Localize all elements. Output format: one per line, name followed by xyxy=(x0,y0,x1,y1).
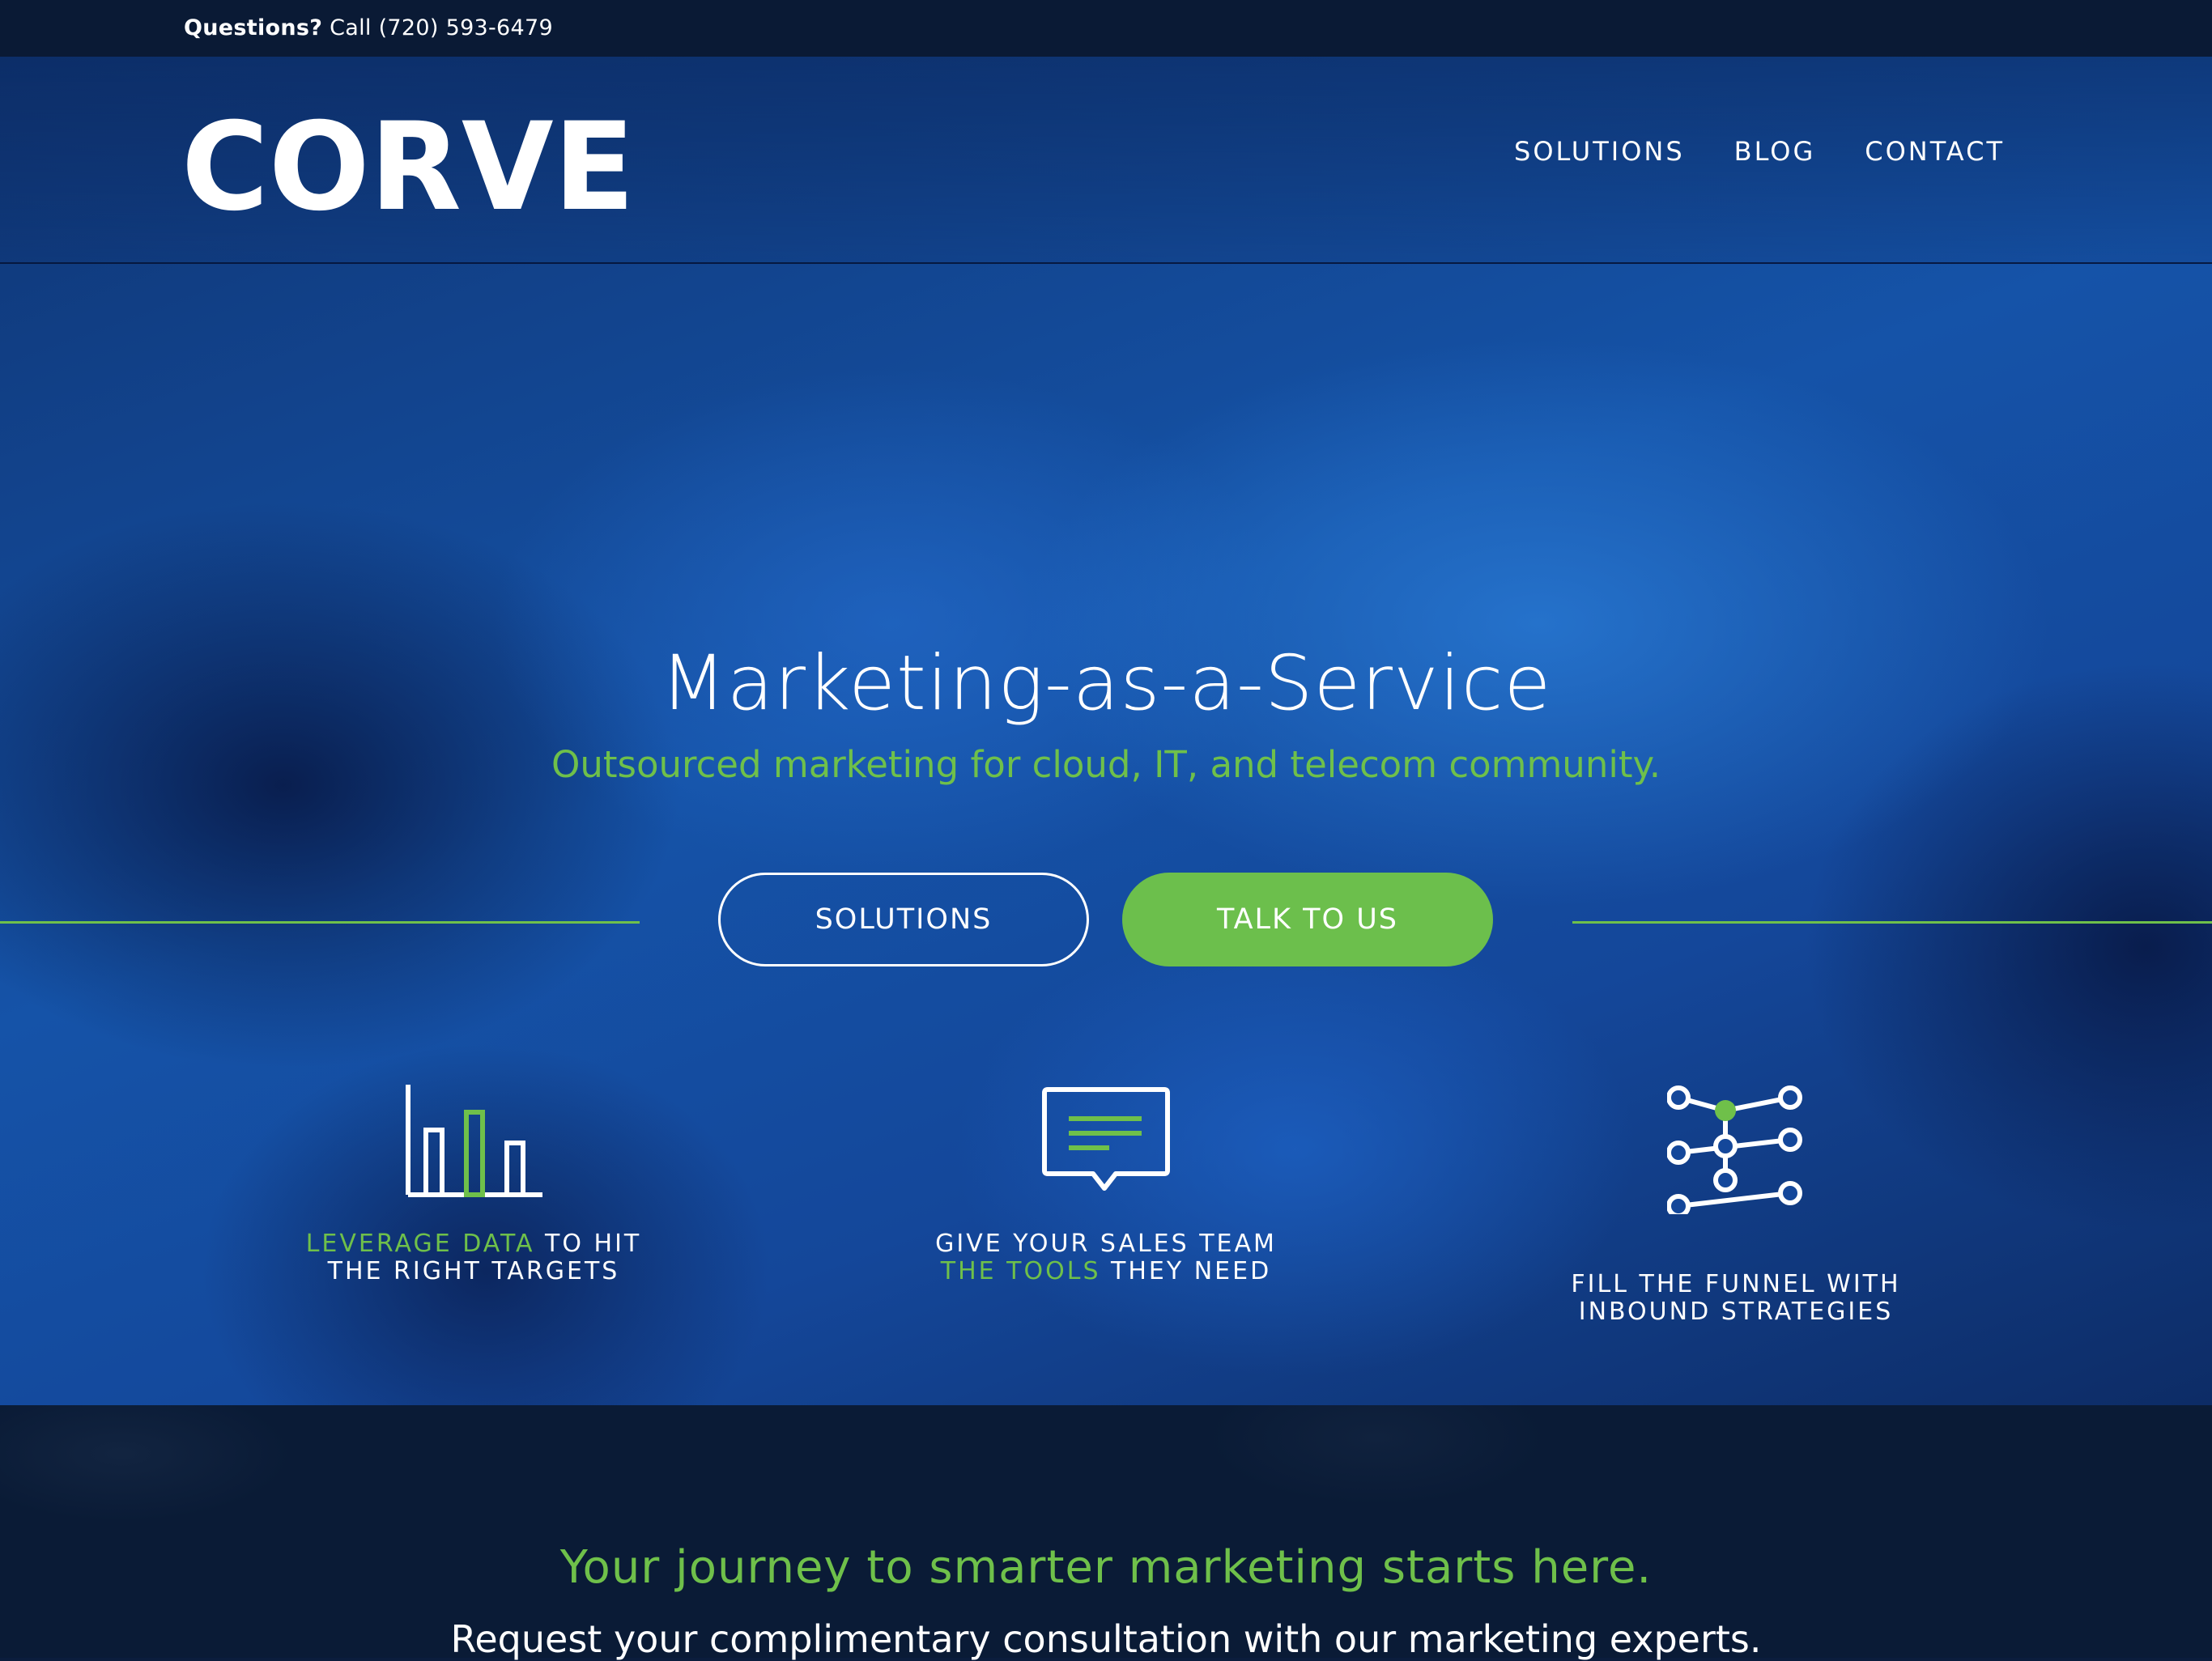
nav-contact[interactable]: CONTACT xyxy=(1865,136,2005,167)
network-nodes-icon xyxy=(1667,1085,1802,1214)
logo-text: CORVE xyxy=(181,105,635,227)
feature-2-line-2: THE TOOLS THEY NEED xyxy=(940,1257,1272,1285)
chat-bubble-icon xyxy=(1042,1087,1170,1191)
consultation-section: Your journey to smarter marketing starts… xyxy=(0,1405,2212,1661)
top-contact-bar: Questions? Call (720) 593-6479 xyxy=(0,0,2212,57)
feature-3-line-2: INBOUND STRATEGIES xyxy=(1578,1298,1894,1326)
consultation-subtitle: Request your complimentary consultation … xyxy=(450,1617,1762,1661)
bar-chart-icon xyxy=(406,1085,542,1197)
feature-3-line-1: FILL THE FUNNEL WITH xyxy=(1571,1270,1901,1298)
feature-sales-tools: GIVE YOUR SALES TEAM THE TOOLS THEY NEED xyxy=(895,1085,1317,1285)
corve-logo[interactable]: CORVE xyxy=(181,105,640,227)
hero-subheadline: Outsourced marketing for cloud, IT, and … xyxy=(551,743,1661,786)
feature-2-line-1: GIVE YOUR SALES TEAM xyxy=(935,1230,1277,1258)
feature-1-line-2: THE RIGHT TARGETS xyxy=(327,1257,620,1285)
feature-1-line-1: LEVERAGE DATA TO HIT xyxy=(305,1230,642,1258)
divider-right xyxy=(1572,921,2212,924)
solutions-button[interactable]: SOLUTIONS xyxy=(718,873,1089,966)
nav-solutions[interactable]: SOLUTIONS xyxy=(1514,136,1685,167)
hero-headline: Marketing-as-a-Service xyxy=(660,639,1552,728)
site-header: CORVE SOLUTIONS BLOG CONTACT xyxy=(0,57,2212,264)
talk-to-us-button[interactable]: TALK TO US xyxy=(1122,873,1493,966)
feature-inbound: FILL THE FUNNEL WITH INBOUND STRATEGIES xyxy=(1525,1085,1946,1326)
phone-number[interactable]: Call (720) 593-6479 xyxy=(322,15,553,40)
divider-left xyxy=(0,921,640,924)
hero-section: CORVE SOLUTIONS BLOG CONTACT Marketing-a… xyxy=(0,57,2212,1405)
nav-blog[interactable]: BLOG xyxy=(1734,136,1816,167)
consultation-title: Your journey to smarter marketing starts… xyxy=(559,1541,1653,1594)
main-nav: SOLUTIONS BLOG CONTACT xyxy=(1514,136,2005,167)
feature-leverage-data: LEVERAGE DATA TO HIT THE RIGHT TARGETS xyxy=(263,1085,684,1285)
questions-label: Questions? xyxy=(184,15,323,40)
